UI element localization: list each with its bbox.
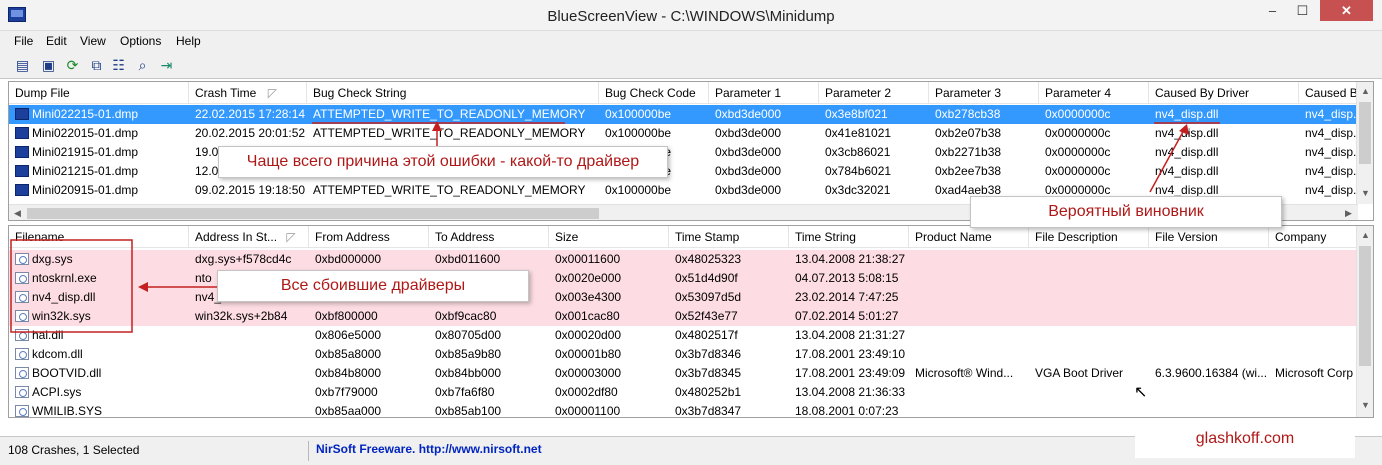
mouse-cursor-icon: ↖ (1134, 384, 1148, 401)
annotation-overlay (10, 121, 1220, 333)
arrow-culprit-line (1149, 129, 1185, 193)
highlight-failed-drivers-box (10, 239, 133, 333)
watermark: glashkoff.com (1135, 420, 1355, 458)
callout-drivers: Все сбоившие драйверы (217, 270, 529, 302)
callout-culprit: Вероятный виновник (970, 196, 1282, 228)
callout-cause: Чаще всего причина этой ошибки - какой-т… (218, 146, 668, 178)
arrow-drivers-head (138, 282, 148, 292)
arrow-culprit-head (1179, 124, 1189, 135)
